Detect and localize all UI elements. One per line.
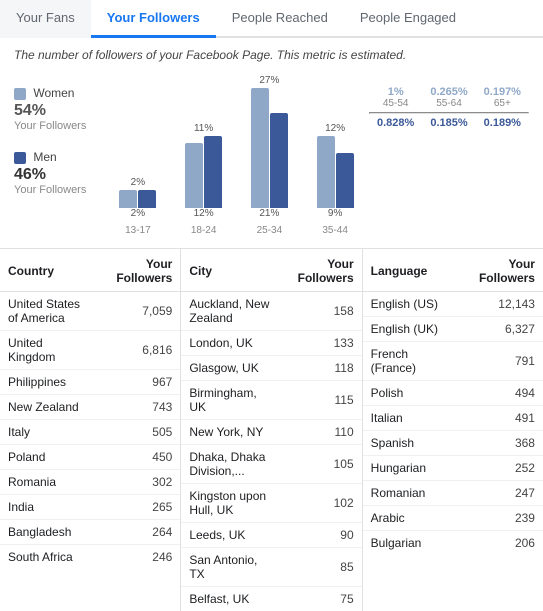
men-label: Men (33, 150, 56, 164)
women-label: Women (33, 86, 74, 100)
bar-pair (240, 88, 300, 208)
table-row: New Zealand743 (0, 395, 180, 420)
bar-pair (305, 136, 365, 208)
bar-age-label: 18-24 (191, 225, 217, 236)
side-stat-men: 0.189% (477, 117, 527, 129)
side-stat-women: 0.197%65+ (477, 86, 527, 109)
table-row: United Kingdom6,816 (0, 331, 180, 370)
men-pct: 46% (14, 166, 104, 184)
city-col-header: City (181, 249, 282, 292)
table-row: Birmingham, UK115 (181, 381, 361, 420)
bar-men-pct: 12% (194, 208, 214, 219)
table-row: Leeds, UK90 (181, 523, 361, 548)
legend-women: Women 54% Your Followers (14, 86, 104, 132)
women-bar (185, 143, 203, 208)
tables-section: Country Your Followers United States of … (0, 248, 543, 611)
table-row: Bangladesh264 (0, 520, 180, 545)
bar-group: 11% 12% 18-24 (174, 123, 234, 236)
tab-people-engaged[interactable]: People Engaged (344, 0, 472, 38)
side-stat-women: 0.265%55-64 (424, 86, 474, 109)
chart-description: The number of followers of your Facebook… (0, 38, 543, 68)
language-table: Language Your Followers English (US)12,1… (363, 249, 543, 611)
country-followers-header: Your Followers (100, 249, 181, 292)
country-col-header: Country (0, 249, 100, 292)
side-stat-men: 0.828% (371, 117, 421, 129)
bar-men-pct: 21% (259, 208, 279, 219)
table-row: Philippines967 (0, 370, 180, 395)
bar-men-pct: 2% (131, 208, 145, 219)
table-row: English (US)12,143 (363, 292, 543, 317)
bar-women-pct: 27% (259, 75, 279, 86)
men-bar (270, 113, 288, 208)
tab-bar: Your Fans Your Followers People Reached … (0, 0, 543, 38)
bar-age-label: 13-17 (125, 225, 151, 236)
table-row: Romania302 (0, 470, 180, 495)
chart-legend: Women 54% Your Followers Men 46% Your Fo… (14, 76, 104, 236)
men-bar (204, 136, 222, 208)
men-bar (336, 153, 354, 208)
side-stats: 1%45-540.265%55-640.197%65+ 0.828%0.185%0… (369, 76, 529, 236)
bar-age-label: 25-34 (257, 225, 283, 236)
legend-men: Men 46% Your Followers (14, 150, 104, 196)
bar-chart: 2% 2% 13-17 11% 12% 18-24 27% 21% 25-34 12% 9% 35-4… (104, 76, 369, 236)
bar-group: 27% 21% 25-34 (240, 75, 300, 236)
men-dot (14, 152, 26, 164)
bar-group: 12% 9% 35-44 (305, 123, 365, 236)
table-row: Belfast, UK75 (181, 587, 361, 611)
language-col-header: Language (363, 249, 453, 292)
bar-women-pct: 12% (325, 123, 345, 134)
table-row: English (UK)6,327 (363, 317, 543, 342)
city-table: City Your Followers Auckland, New Zealan… (181, 249, 362, 611)
table-row: Glasgow, UK118 (181, 356, 361, 381)
bar-men-pct: 9% (328, 208, 342, 219)
table-row: Romanian247 (363, 481, 543, 506)
bar-pair (174, 136, 234, 208)
women-bar (119, 190, 137, 208)
men-bar (138, 190, 156, 208)
table-row: San Antonio, TX85 (181, 548, 361, 587)
table-row: French (France)791 (363, 342, 543, 381)
city-followers-header: Your Followers (282, 249, 362, 292)
bar-age-label: 35-44 (322, 225, 348, 236)
table-row: London, UK133 (181, 331, 361, 356)
tab-people-reached[interactable]: People Reached (216, 0, 344, 38)
tab-your-followers[interactable]: Your Followers (91, 0, 216, 38)
table-row: Polish494 (363, 381, 543, 406)
table-row: Spanish368 (363, 431, 543, 456)
women-bar (317, 136, 335, 208)
table-row: South Africa246 (0, 545, 180, 570)
chart-area: Women 54% Your Followers Men 46% Your Fo… (0, 68, 543, 240)
side-stat-men: 0.185% (424, 117, 474, 129)
table-row: Bulgarian206 (363, 531, 543, 556)
table-row: Poland450 (0, 445, 180, 470)
table-row: India265 (0, 495, 180, 520)
table-row: United States of America7,059 (0, 292, 180, 331)
women-bar (251, 88, 269, 208)
bar-women-pct: 2% (131, 177, 145, 188)
bar-group: 2% 2% 13-17 (108, 177, 168, 236)
table-row: Italian491 (363, 406, 543, 431)
table-row: Hungarian252 (363, 456, 543, 481)
women-pct: 54% (14, 102, 104, 120)
table-row: Dhaka, Dhaka Division,...105 (181, 445, 361, 484)
bar-pair (108, 190, 168, 208)
country-table: Country Your Followers United States of … (0, 249, 181, 611)
table-row: Auckland, New Zealand158 (181, 292, 361, 331)
table-row: New York, NY110 (181, 420, 361, 445)
women-dot (14, 88, 26, 100)
tab-your-fans[interactable]: Your Fans (0, 0, 91, 38)
women-sub: Your Followers (14, 120, 104, 132)
table-row: Italy505 (0, 420, 180, 445)
table-row: Arabic239 (363, 506, 543, 531)
bar-women-pct: 11% (194, 123, 213, 134)
language-followers-header: Your Followers (453, 249, 543, 292)
table-row: Kingston upon Hull, UK102 (181, 484, 361, 523)
men-sub: Your Followers (14, 184, 104, 196)
side-stat-women: 1%45-54 (371, 86, 421, 109)
